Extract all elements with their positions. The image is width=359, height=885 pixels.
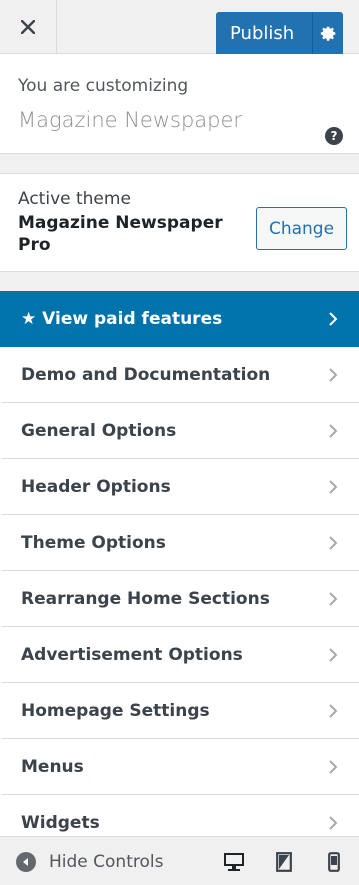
section-label: Demo and Documentation (21, 364, 271, 385)
close-icon (21, 20, 35, 34)
preview-desktop-button[interactable] (222, 850, 246, 874)
section-label: Homepage Settings (21, 700, 210, 721)
customizing-info: You are customizing Magazine Newspaper ? (0, 54, 359, 154)
chevron-right-icon (329, 368, 338, 382)
section-label: Theme Options (21, 532, 166, 553)
customizer-header: Publish (0, 0, 359, 54)
chevron-right-icon (329, 816, 338, 830)
customizing-label: You are customizing (18, 76, 189, 96)
publish-settings-button[interactable] (312, 12, 343, 54)
section-label: Rearrange Home Sections (21, 588, 270, 609)
section-label: ★ View paid features (21, 309, 223, 329)
change-theme-button[interactable]: Change (256, 207, 347, 250)
preview-tablet-button[interactable] (272, 850, 296, 874)
preview-mobile-button[interactable] (322, 850, 346, 874)
section-advertisement-options[interactable]: Advertisement Options (0, 627, 359, 683)
customizer-footer: Hide Controls (0, 836, 359, 885)
section-label: Advertisement Options (21, 644, 243, 665)
chevron-right-icon (329, 704, 338, 718)
chevron-right-icon (329, 760, 338, 774)
chevron-right-icon (329, 480, 338, 494)
hide-controls-button[interactable]: Hide Controls (16, 837, 163, 885)
site-name: Magazine Newspaper (18, 108, 243, 132)
section-label: Menus (21, 756, 84, 777)
section-general-options[interactable]: General Options (0, 403, 359, 459)
chevron-right-icon (329, 312, 338, 326)
section-menus[interactable]: Menus (0, 739, 359, 795)
section-demo-documentation[interactable]: Demo and Documentation (0, 347, 359, 403)
publish-button-group: Publish (216, 12, 343, 54)
section-rearrange-home[interactable]: Rearrange Home Sections (0, 571, 359, 627)
mobile-icon (328, 852, 340, 872)
help-icon[interactable]: ? (325, 127, 343, 145)
section-view-paid-features[interactable]: ★ View paid features (0, 291, 359, 347)
tablet-icon (276, 852, 292, 872)
section-homepage-settings[interactable]: Homepage Settings (0, 683, 359, 739)
section-label: Widgets (21, 812, 100, 833)
gear-icon (320, 26, 335, 41)
active-theme-label: Active theme (18, 189, 131, 209)
desktop-icon (224, 853, 244, 871)
chevron-right-icon (329, 592, 338, 606)
chevron-right-icon (329, 424, 338, 438)
publish-button[interactable]: Publish (216, 23, 312, 44)
hide-controls-label: Hide Controls (49, 851, 164, 872)
section-theme-options[interactable]: Theme Options (0, 515, 359, 571)
close-button[interactable] (0, 0, 57, 54)
section-label: General Options (21, 420, 177, 441)
section-label: Header Options (21, 476, 171, 497)
active-theme-panel: Active theme Magazine Newspaper Pro Chan… (0, 173, 359, 272)
active-theme-name: Magazine Newspaper Pro (18, 213, 223, 255)
chevron-right-icon (329, 648, 338, 662)
arrow-left-icon (16, 851, 36, 872)
chevron-right-icon (329, 536, 338, 550)
customizer-sections: ★ View paid features Demo and Documentat… (0, 291, 359, 851)
section-header-options[interactable]: Header Options (0, 459, 359, 515)
